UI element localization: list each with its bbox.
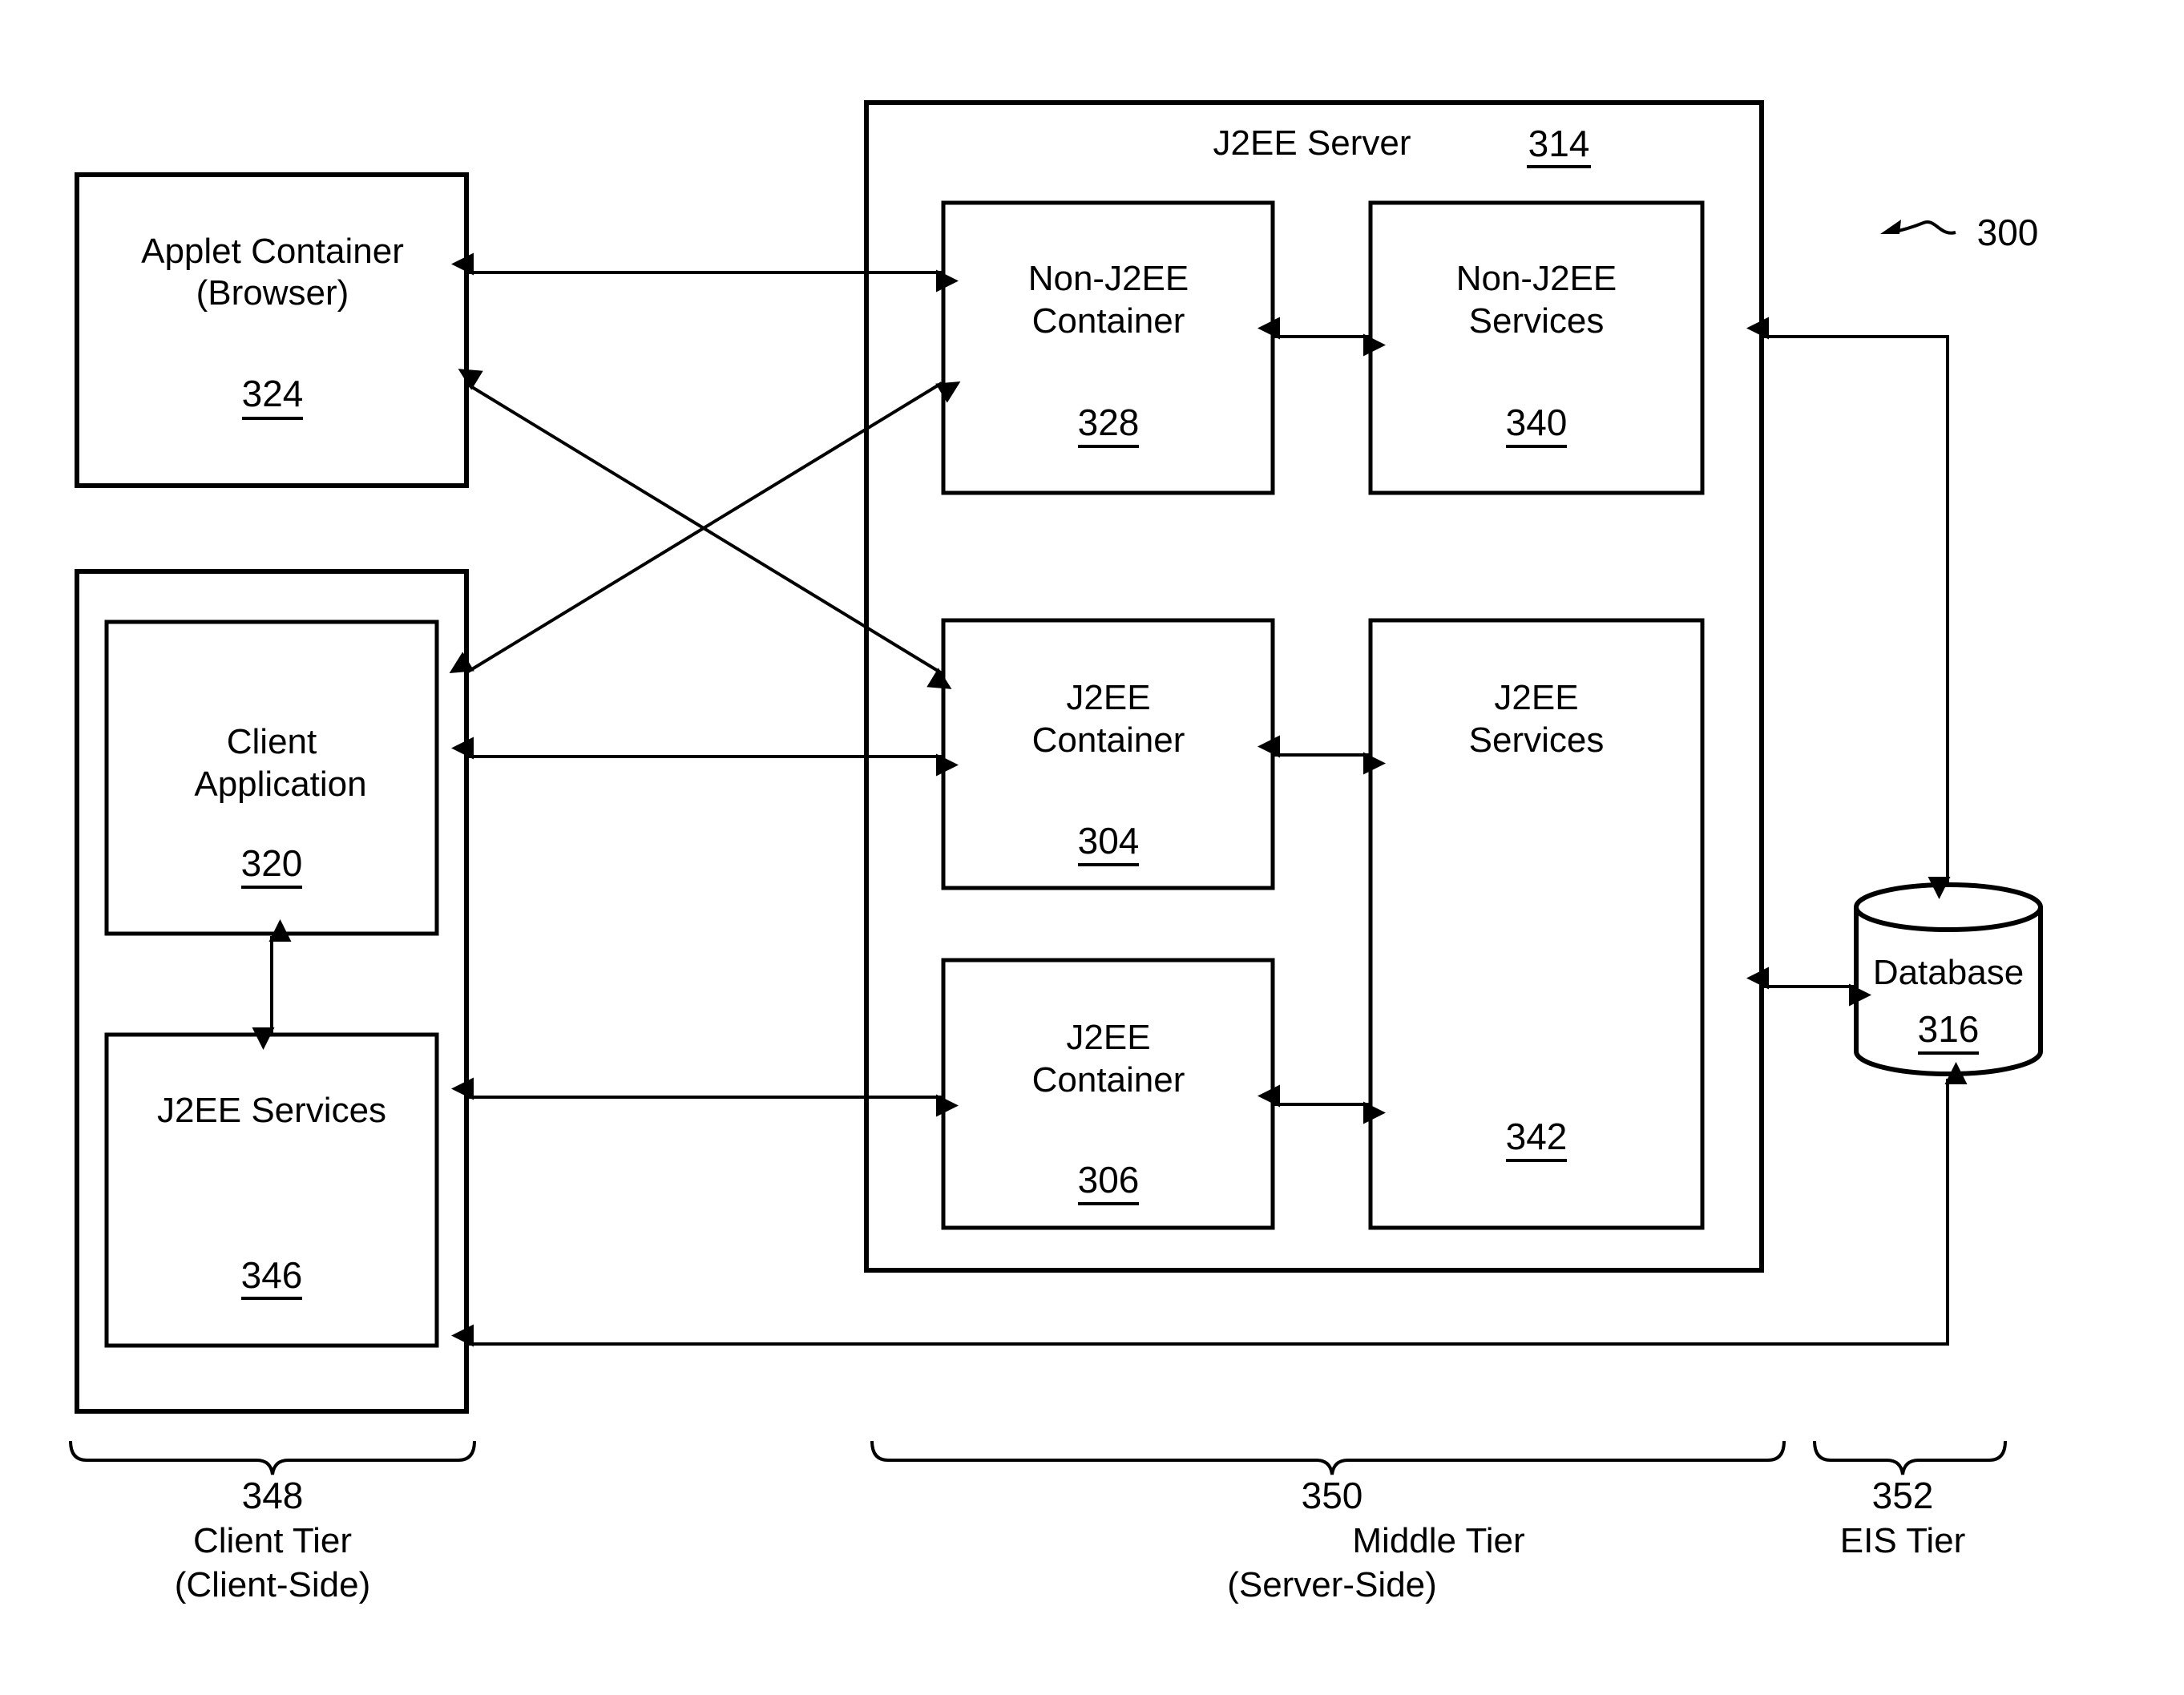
tier-ref: 352 xyxy=(1872,1475,1934,1516)
non-j2ee-container-sublabel: Container xyxy=(1032,301,1185,341)
client-application: Client Application 320 xyxy=(104,619,439,936)
squiggle-arrow-icon xyxy=(1891,220,1956,235)
j2ee-server-ref: 314 xyxy=(1528,123,1590,164)
applet-container-ref: 324 xyxy=(242,373,304,414)
tier-ref: 350 xyxy=(1302,1475,1363,1516)
tier-sublabel: (Server-Side) xyxy=(1227,1565,1437,1604)
non-j2ee-services-label: Non-J2EE xyxy=(1456,259,1617,298)
non-j2ee-container: Non-J2EE Container 328 xyxy=(941,200,1275,495)
j2ee-server-title: J2EE Server xyxy=(1213,123,1411,163)
tier-client: 348 Client Tier (Client-Side) xyxy=(69,1440,476,1604)
tier-label: EIS Tier xyxy=(1840,1521,1966,1560)
figure-reference: 300 xyxy=(1880,212,2038,253)
client-application-sublabel: Application xyxy=(194,765,366,804)
tier-ref: 348 xyxy=(242,1475,304,1516)
brace-icon xyxy=(870,1440,1786,1475)
tier-eis: 352 EIS Tier xyxy=(1813,1440,2007,1560)
database-ref: 316 xyxy=(1918,1008,1980,1050)
non-j2ee-container-label: Non-J2EE xyxy=(1028,259,1189,298)
figure-number: 300 xyxy=(1977,212,2039,253)
non-j2ee-services: Non-J2EE Services 340 xyxy=(1368,200,1705,495)
non-j2ee-services-sublabel: Services xyxy=(1469,301,1605,341)
applet-container-sublabel: (Browser) xyxy=(196,273,349,313)
non-j2ee-container-ref: 328 xyxy=(1078,402,1140,443)
tier-middle: 350 Middle Tier (Server-Side) xyxy=(870,1440,1786,1604)
client-j2ee-services: J2EE Services 346 xyxy=(104,1032,439,1348)
applet-container: Applet Container (Browser) 324 xyxy=(75,172,469,488)
j2ee-container-306: J2EE Container 306 xyxy=(941,958,1275,1230)
client-j2ee-services-label: J2EE Services xyxy=(157,1091,386,1130)
brace-icon xyxy=(69,1440,476,1475)
j2ee-container-label: J2EE xyxy=(1066,1018,1150,1057)
j2ee-container-sublabel: Container xyxy=(1032,1060,1185,1100)
j2ee-container-sublabel: Container xyxy=(1032,720,1185,760)
tier-label: Middle Tier xyxy=(1352,1521,1524,1560)
brace-icon xyxy=(1813,1440,2007,1475)
applet-container-label: Applet Container xyxy=(141,232,404,271)
j2ee-container-ref: 304 xyxy=(1078,820,1140,862)
j2ee-services-ref: 342 xyxy=(1506,1116,1568,1157)
client-application-label: Client xyxy=(227,722,317,761)
tier-label: Client Tier xyxy=(193,1521,352,1560)
tier-sublabel: (Client-Side) xyxy=(175,1565,371,1604)
j2ee-architecture-diagram: 300 J2EE Server 314 Applet Container (Br… xyxy=(69,100,2043,1604)
database: Database 316 xyxy=(1854,882,2043,1076)
j2ee-services-sublabel: Services xyxy=(1469,720,1605,760)
j2ee-container-label: J2EE xyxy=(1066,678,1150,717)
j2ee-container-ref: 306 xyxy=(1078,1159,1140,1201)
j2ee-services-label: J2EE xyxy=(1494,678,1578,717)
j2ee-container-304: J2EE Container 304 xyxy=(941,618,1275,890)
j2ee-services: J2EE Services 342 xyxy=(1368,618,1705,1230)
arrow-server-database-top xyxy=(1746,317,1951,899)
client-application-ref: 320 xyxy=(241,842,303,884)
non-j2ee-services-ref: 340 xyxy=(1506,402,1568,443)
client-j2ee-services-ref: 346 xyxy=(241,1254,303,1296)
database-label: Database xyxy=(1873,953,2024,992)
